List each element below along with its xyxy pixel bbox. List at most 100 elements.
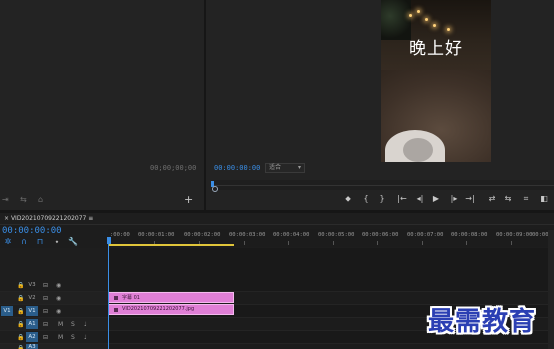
go-to-in-icon[interactable]: |← bbox=[396, 194, 408, 203]
scooter-mirror-shape bbox=[403, 138, 433, 162]
time-ruler[interactable]: :00:00 00:00:01:00 00:00:02:00 00:00:03:… bbox=[108, 229, 554, 247]
insert-nest-icon[interactable]: ✲ bbox=[3, 237, 13, 246]
close-icon[interactable]: × bbox=[4, 215, 9, 222]
tab-menu-icon[interactable]: ≡ bbox=[88, 215, 93, 222]
lock-icon[interactable]: 🔒 bbox=[17, 321, 24, 328]
video-tree-shape bbox=[381, 0, 411, 40]
ruler-label: 00:00:09:00 bbox=[496, 232, 533, 238]
solo-button[interactable]: S bbox=[71, 334, 75, 341]
work-area-bar[interactable] bbox=[108, 244, 234, 246]
tab-sequence-label: VID20210709221202077 bbox=[10, 215, 87, 222]
sync-lock-icon[interactable]: ⊟ bbox=[43, 321, 48, 328]
tab-sequence[interactable]: × VID20210709221202077 ≡ bbox=[0, 213, 97, 225]
lock-icon[interactable]: 🔒 bbox=[17, 334, 24, 341]
lock-icon[interactable]: 🔒 bbox=[17, 295, 24, 302]
ruler-tick bbox=[333, 241, 334, 245]
program-timecode[interactable]: 00:00:00:00 bbox=[214, 164, 260, 172]
fit-dropdown[interactable]: 适合 ▾ bbox=[265, 163, 305, 173]
ruler-label: 00:00:04:00 bbox=[273, 232, 310, 238]
street-light bbox=[425, 18, 428, 21]
eye-icon[interactable]: ◉ bbox=[56, 282, 61, 289]
track-target-v1[interactable]: V1 bbox=[26, 306, 38, 316]
track-target-a1[interactable]: A1 bbox=[26, 319, 38, 329]
ruler-label: 00:00:03:00 bbox=[229, 232, 266, 238]
chevron-down-icon: ▾ bbox=[297, 164, 301, 171]
track-row-v3[interactable]: 🔒 V3 ⊟ ◉ bbox=[0, 279, 554, 292]
add-button[interactable]: + bbox=[184, 193, 193, 206]
source-monitor-panel bbox=[0, 0, 204, 212]
scrub-ring-handle[interactable] bbox=[212, 186, 218, 192]
eye-icon[interactable]: ◉ bbox=[56, 308, 61, 315]
go-to-out-icon[interactable]: →| bbox=[464, 194, 476, 203]
eye-icon[interactable]: ◉ bbox=[56, 295, 61, 302]
track-row-a3[interactable]: 🔒 A3 bbox=[0, 344, 554, 349]
sync-lock-icon[interactable]: ⊟ bbox=[43, 308, 48, 315]
microphone-icon[interactable]: ♩ bbox=[84, 321, 87, 328]
sync-lock-icon[interactable]: ⊟ bbox=[43, 295, 48, 302]
track-target-v2[interactable]: V2 bbox=[26, 293, 38, 303]
lock-icon[interactable]: 🔒 bbox=[17, 345, 24, 349]
sync-lock-icon[interactable]: ⊟ bbox=[43, 282, 48, 289]
play-icon[interactable]: ▶ bbox=[430, 194, 442, 203]
program-scrub-bar[interactable] bbox=[211, 180, 554, 192]
street-light bbox=[433, 24, 436, 27]
fx-badge-icon bbox=[114, 296, 118, 300]
add-marker-icon[interactable]: ⬩ bbox=[52, 237, 62, 247]
timeline-timecode[interactable]: 00:00:00:00 bbox=[2, 226, 62, 236]
wrench-icon[interactable]: 🔧 bbox=[68, 237, 78, 246]
street-light bbox=[447, 28, 450, 31]
add-marker-icon[interactable]: ⬥ bbox=[342, 194, 354, 204]
step-back-icon[interactable]: ◂| bbox=[414, 194, 426, 203]
fit-dropdown-value: 适合 bbox=[269, 164, 282, 171]
lift-icon[interactable]: ⇄ bbox=[486, 194, 498, 203]
ruler-label: 00:00:07:00 bbox=[407, 232, 444, 238]
ruler-tick bbox=[244, 241, 245, 245]
sync-lock-icon[interactable]: ⊟ bbox=[43, 334, 48, 341]
snap-icon[interactable]: ∩ bbox=[19, 237, 29, 246]
linked-selection-icon[interactable]: ⊓ bbox=[35, 237, 45, 246]
ruler-tick bbox=[511, 241, 512, 245]
lock-icon[interactable]: 🔒 bbox=[17, 282, 24, 289]
mute-button[interactable]: M bbox=[58, 321, 63, 328]
microphone-icon[interactable]: ♩ bbox=[84, 334, 87, 341]
ruler-label: 00:00:01:00 bbox=[138, 232, 175, 238]
track-target-v3[interactable]: V3 bbox=[26, 280, 38, 290]
video-overlay-title: 晚上好 bbox=[409, 39, 463, 59]
clip-image[interactable]: VID20210709221202077.jpg bbox=[108, 304, 234, 315]
street-light bbox=[417, 10, 420, 13]
vertical-scrollbar[interactable] bbox=[548, 230, 554, 349]
clip-title[interactable]: 字幕 01 bbox=[108, 292, 234, 303]
track-target-a3[interactable]: A3 bbox=[26, 344, 38, 349]
ruler-label: 00:00:06:00 bbox=[362, 232, 399, 238]
source-timecode[interactable]: 00;00;00;00 bbox=[150, 164, 196, 172]
mark-in-icon[interactable]: { bbox=[360, 194, 372, 203]
export-frame-icon[interactable]: ⌗ bbox=[520, 194, 532, 204]
mute-button[interactable]: M bbox=[58, 334, 63, 341]
watermark-logo: 最需教育 bbox=[428, 307, 537, 337]
insert-icon[interactable]: ⇥ bbox=[2, 195, 9, 204]
extract-icon[interactable]: ⇆ bbox=[502, 194, 514, 203]
ruler-tick bbox=[422, 241, 423, 245]
solo-button[interactable]: S bbox=[71, 321, 75, 328]
overwrite-icon[interactable]: ⇆ bbox=[20, 195, 27, 204]
mark-out-icon[interactable]: } bbox=[376, 194, 388, 203]
ruler-label: 00:00 bbox=[532, 232, 549, 238]
timeline-playhead-line bbox=[108, 240, 109, 349]
fx-badge-icon bbox=[114, 308, 118, 312]
ruler-label: 00:00:05:00 bbox=[318, 232, 355, 238]
program-video-frame[interactable] bbox=[381, 0, 491, 162]
lock-icon[interactable]: 🔒 bbox=[17, 308, 24, 315]
export-frame-icon[interactable]: ⌂ bbox=[38, 195, 43, 204]
ruler-tick bbox=[466, 241, 467, 245]
source-patch-v1[interactable]: V1 bbox=[1, 306, 13, 316]
street-light bbox=[409, 14, 412, 17]
ruler-tick bbox=[377, 241, 378, 245]
step-forward-icon[interactable]: |▸ bbox=[448, 194, 460, 203]
clip-label: VID20210709221202077.jpg bbox=[122, 306, 195, 312]
comparison-view-icon[interactable]: ◧ bbox=[538, 194, 550, 203]
ruler-label: 00:00:08:00 bbox=[451, 232, 488, 238]
ruler-label: :00:00 bbox=[110, 232, 130, 238]
track-target-a2[interactable]: A2 bbox=[26, 332, 38, 342]
clip-label: 字幕 01 bbox=[122, 295, 140, 301]
panel-divider[interactable] bbox=[204, 0, 206, 212]
